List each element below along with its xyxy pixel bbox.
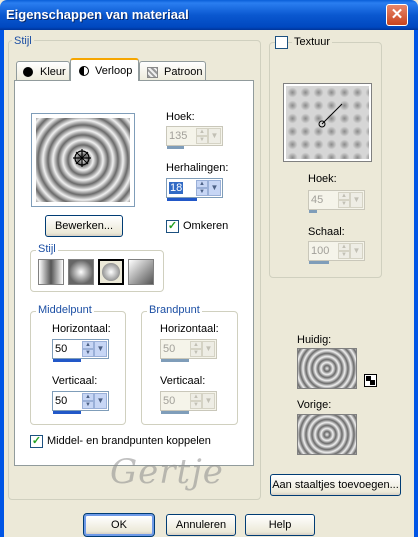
close-icon: ✕ xyxy=(390,6,404,23)
current-label: Huidig: xyxy=(297,334,332,346)
focal-vertical-dropdown-arrow-icon[interactable]: ▼ xyxy=(202,393,215,409)
focal-horizontal-slider-bar[interactable] xyxy=(161,359,189,362)
pattern-tab-icon xyxy=(147,67,158,78)
tab-pattern-label: Patroon xyxy=(164,66,203,78)
previous-swatch-image xyxy=(298,415,356,454)
sunburst-style-icon xyxy=(102,263,120,281)
tab-pattern[interactable]: Patroon xyxy=(139,61,206,82)
focal-horizontal-value: 50 xyxy=(163,343,176,355)
rectangular-style-icon xyxy=(69,260,93,284)
close-button[interactable]: ✕ xyxy=(386,4,408,26)
style-radial-button[interactable] xyxy=(128,259,154,285)
previous-swatch[interactable] xyxy=(297,414,357,455)
focal-vertical-slider-bar[interactable] xyxy=(161,411,189,414)
tab-gradient[interactable]: Verloop xyxy=(70,58,139,81)
tab-color[interactable]: Kleur xyxy=(16,61,70,82)
window-frame-left xyxy=(0,30,4,537)
repeats-spinner[interactable]: 18 ▲ ▼ ▼ xyxy=(166,178,223,198)
texture-scale-dropdown-arrow-icon[interactable]: ▼ xyxy=(350,243,363,259)
texture-angle-slider-bar[interactable] xyxy=(309,210,317,213)
checkmark-icon: ✓ xyxy=(167,220,178,232)
focal-point-label: Brandpunt xyxy=(147,304,202,316)
texture-scale-label: Schaal: xyxy=(308,226,345,238)
center-horizontal-slider-bar[interactable] xyxy=(53,359,81,362)
texture-scale-spin-arrows[interactable]: ▲ ▼ xyxy=(338,243,350,259)
texture-angle-label: Hoek: xyxy=(308,173,337,185)
edit-gradient-button[interactable]: Bewerken... xyxy=(45,215,123,237)
texture-label: Textuur xyxy=(292,36,333,48)
center-horizontal-dropdown-arrow-icon[interactable]: ▼ xyxy=(94,341,107,357)
focal-vertical-spin-arrows[interactable]: ▲ ▼ xyxy=(190,393,202,409)
repeats-label: Herhalingen: xyxy=(166,162,229,174)
style-group-label: Stijl xyxy=(12,35,34,47)
tab-color-label: Kleur xyxy=(40,66,66,78)
center-vertical-spinner[interactable]: 50 ▲ ▼ ▼ xyxy=(52,391,109,411)
checkmark-icon: ✓ xyxy=(31,435,42,447)
texture-angle-value: 45 xyxy=(311,194,324,206)
current-swatch-image xyxy=(298,349,356,388)
angle-slider-bar[interactable] xyxy=(167,146,184,149)
style-sunburst-button[interactable] xyxy=(98,259,124,285)
angle-label: Hoek: xyxy=(166,111,195,123)
link-points-checkbox[interactable]: ✓ xyxy=(30,435,43,448)
focal-horizontal-spinner[interactable]: 50 ▲ ▼ ▼ xyxy=(160,339,217,359)
previous-label: Vorige: xyxy=(297,399,332,411)
window-title: Eigenschappen van materiaal xyxy=(6,7,189,22)
texture-scale-spinner[interactable]: 100 ▲ ▼ ▼ xyxy=(308,241,365,261)
help-button[interactable]: Help xyxy=(245,514,315,536)
texture-preview[interactable] xyxy=(283,83,372,162)
center-vertical-value: 50 xyxy=(55,395,68,407)
repeats-value: 18 xyxy=(169,182,184,194)
texture-scale-slider-bar[interactable] xyxy=(309,261,329,264)
invert-checkbox[interactable]: ✓ xyxy=(166,220,179,233)
current-swatch[interactable] xyxy=(297,348,357,389)
center-vertical-dropdown-arrow-icon[interactable]: ▼ xyxy=(94,393,107,409)
repeats-spin-arrows[interactable]: ▲ ▼ xyxy=(196,180,208,196)
center-point-label: Middelpunt xyxy=(36,304,94,316)
texture-angle-spin-arrows[interactable]: ▲ ▼ xyxy=(338,192,350,208)
ok-button[interactable]: OK xyxy=(83,513,155,537)
texture-scale-value: 100 xyxy=(311,245,330,257)
angle-spin-arrows[interactable]: ▲ ▼ xyxy=(196,128,208,144)
dialog-window: Eigenschappen van materiaal ✕ Stijl Kleu… xyxy=(0,0,418,537)
focal-vertical-label: Verticaal: xyxy=(160,375,206,387)
focal-vertical-value: 50 xyxy=(163,395,176,407)
cancel-button[interactable]: Annuleren xyxy=(166,514,236,536)
style-rectangular-button[interactable] xyxy=(68,259,94,285)
gradient-tab-icon xyxy=(79,66,89,76)
texture-angle-pointer-icon xyxy=(318,103,343,128)
focal-horizontal-label: Horizontaal: xyxy=(160,323,219,335)
swap-swatches-icon[interactable] xyxy=(364,374,377,387)
center-horizontal-label: Horizontaal: xyxy=(52,323,111,335)
center-vertical-spin-arrows[interactable]: ▲ ▼ xyxy=(82,393,94,409)
center-crosshair-icon xyxy=(73,149,91,167)
texture-checkbox[interactable] xyxy=(275,36,288,49)
color-dot-icon xyxy=(23,67,33,77)
gradient-preview[interactable] xyxy=(31,113,135,207)
invert-label: Omkeren xyxy=(183,220,229,232)
angle-spinner[interactable]: 135 ▲ ▼ ▼ xyxy=(166,126,223,146)
focal-horizontal-dropdown-arrow-icon[interactable]: ▼ xyxy=(202,341,215,357)
link-points-label: Middel- en brandpunten koppelen xyxy=(47,435,211,447)
center-vertical-slider-bar[interactable] xyxy=(53,411,81,414)
angle-value: 135 xyxy=(169,130,188,142)
tab-gradient-label: Verloop xyxy=(95,65,133,77)
title-bar[interactable]: Eigenschappen van materiaal ✕ xyxy=(0,0,418,30)
gradient-style-label: Stijl xyxy=(36,243,58,255)
repeats-dropdown-arrow-icon[interactable]: ▼ xyxy=(208,180,221,196)
watermark-text: Gertje xyxy=(110,452,224,492)
center-horizontal-spinner[interactable]: 50 ▲ ▼ ▼ xyxy=(52,339,109,359)
center-horizontal-value: 50 xyxy=(55,343,68,355)
texture-angle-dropdown-arrow-icon[interactable]: ▼ xyxy=(350,192,363,208)
focal-horizontal-spin-arrows[interactable]: ▲ ▼ xyxy=(190,341,202,357)
texture-angle-spinner[interactable]: 45 ▲ ▼ ▼ xyxy=(308,190,365,210)
window-frame-right xyxy=(414,30,418,537)
center-horizontal-spin-arrows[interactable]: ▲ ▼ xyxy=(82,341,94,357)
focal-vertical-spinner[interactable]: 50 ▲ ▼ ▼ xyxy=(160,391,217,411)
center-vertical-label: Verticaal: xyxy=(52,375,98,387)
add-to-swatches-button[interactable]: Aan staaltjes toevoegen... xyxy=(270,474,401,496)
angle-dropdown-arrow-icon[interactable]: ▼ xyxy=(208,128,221,144)
style-linear-button[interactable] xyxy=(38,259,64,285)
repeats-slider-bar[interactable] xyxy=(167,198,197,201)
